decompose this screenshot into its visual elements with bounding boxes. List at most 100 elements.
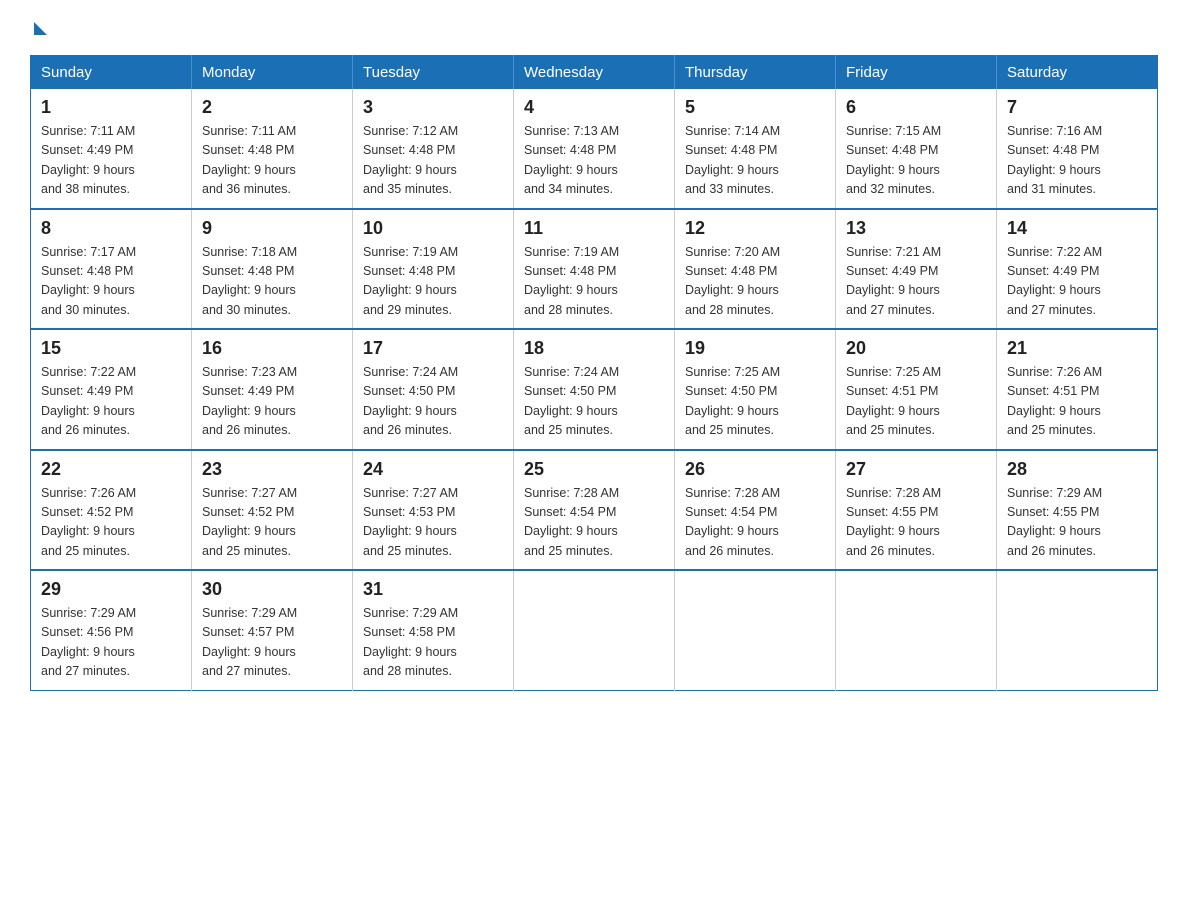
day-number: 26 (685, 459, 825, 480)
day-info: Sunrise: 7:29 AMSunset: 4:57 PMDaylight:… (202, 604, 342, 682)
day-number: 29 (41, 579, 181, 600)
calendar-cell: 23 Sunrise: 7:27 AMSunset: 4:52 PMDayligh… (192, 450, 353, 571)
day-number: 10 (363, 218, 503, 239)
calendar-cell: 9 Sunrise: 7:18 AMSunset: 4:48 PMDaylight… (192, 209, 353, 330)
day-number: 21 (1007, 338, 1147, 359)
day-number: 19 (685, 338, 825, 359)
day-info: Sunrise: 7:29 AMSunset: 4:55 PMDaylight:… (1007, 484, 1147, 562)
calendar-cell: 30 Sunrise: 7:29 AMSunset: 4:57 PMDayligh… (192, 570, 353, 690)
day-info: Sunrise: 7:27 AMSunset: 4:52 PMDaylight:… (202, 484, 342, 562)
week-row-2: 8 Sunrise: 7:17 AMSunset: 4:48 PMDaylight… (31, 209, 1158, 330)
calendar-cell: 3 Sunrise: 7:12 AMSunset: 4:48 PMDaylight… (353, 89, 514, 209)
day-number: 6 (846, 97, 986, 118)
day-info: Sunrise: 7:28 AMSunset: 4:54 PMDaylight:… (685, 484, 825, 562)
calendar-cell: 19 Sunrise: 7:25 AMSunset: 4:50 PMDayligh… (675, 329, 836, 450)
day-info: Sunrise: 7:28 AMSunset: 4:55 PMDaylight:… (846, 484, 986, 562)
week-row-4: 22 Sunrise: 7:26 AMSunset: 4:52 PMDayligh… (31, 450, 1158, 571)
day-info: Sunrise: 7:16 AMSunset: 4:48 PMDaylight:… (1007, 122, 1147, 200)
header-tuesday: Tuesday (353, 56, 514, 90)
calendar-cell: 5Sunrise: 7:14 AMSunset: 4:48 PMDaylight… (675, 89, 836, 209)
day-number: 31 (363, 579, 503, 600)
calendar-cell: 21 Sunrise: 7:26 AMSunset: 4:51 PMDayligh… (997, 329, 1158, 450)
calendar-cell: 17 Sunrise: 7:24 AMSunset: 4:50 PMDayligh… (353, 329, 514, 450)
calendar-cell: 25 Sunrise: 7:28 AMSunset: 4:54 PMDayligh… (514, 450, 675, 571)
calendar-cell: 10Sunrise: 7:19 AMSunset: 4:48 PMDayligh… (353, 209, 514, 330)
day-number: 23 (202, 459, 342, 480)
day-info: Sunrise: 7:25 AMSunset: 4:50 PMDaylight:… (685, 363, 825, 441)
day-number: 24 (363, 459, 503, 480)
day-number: 17 (363, 338, 503, 359)
calendar-cell (514, 570, 675, 690)
calendar-cell: 24 Sunrise: 7:27 AMSunset: 4:53 PMDayligh… (353, 450, 514, 571)
calendar-cell: 1 Sunrise: 7:11 AMSunset: 4:49 PMDaylight… (31, 89, 192, 209)
day-info: Sunrise: 7:24 AMSunset: 4:50 PMDaylight:… (524, 363, 664, 441)
calendar-cell: 6Sunrise: 7:15 AMSunset: 4:48 PMDaylight… (836, 89, 997, 209)
day-info: Sunrise: 7:17 AMSunset: 4:48 PMDaylight:… (41, 243, 181, 321)
calendar-cell: 16 Sunrise: 7:23 AMSunset: 4:49 PMDayligh… (192, 329, 353, 450)
day-number: 9 (202, 218, 342, 239)
day-info: Sunrise: 7:11 AMSunset: 4:49 PMDaylight:… (41, 122, 181, 200)
calendar-cell (836, 570, 997, 690)
day-info: Sunrise: 7:11 AMSunset: 4:48 PMDaylight:… (202, 122, 342, 200)
calendar-cell (997, 570, 1158, 690)
calendar-cell: 14 Sunrise: 7:22 AMSunset: 4:49 PMDayligh… (997, 209, 1158, 330)
day-info: Sunrise: 7:12 AMSunset: 4:48 PMDaylight:… (363, 122, 503, 200)
header-saturday: Saturday (997, 56, 1158, 90)
day-info: Sunrise: 7:24 AMSunset: 4:50 PMDaylight:… (363, 363, 503, 441)
day-info: Sunrise: 7:27 AMSunset: 4:53 PMDaylight:… (363, 484, 503, 562)
calendar-cell: 7 Sunrise: 7:16 AMSunset: 4:48 PMDaylight… (997, 89, 1158, 209)
day-number: 8 (41, 218, 181, 239)
page-header (30, 20, 1158, 35)
day-number: 27 (846, 459, 986, 480)
day-number: 16 (202, 338, 342, 359)
day-info: Sunrise: 7:18 AMSunset: 4:48 PMDaylight:… (202, 243, 342, 321)
week-row-1: 1 Sunrise: 7:11 AMSunset: 4:49 PMDaylight… (31, 89, 1158, 209)
day-info: Sunrise: 7:25 AMSunset: 4:51 PMDaylight:… (846, 363, 986, 441)
day-info: Sunrise: 7:19 AMSunset: 4:48 PMDaylight:… (524, 243, 664, 321)
calendar-cell: 11 Sunrise: 7:19 AMSunset: 4:48 PMDayligh… (514, 209, 675, 330)
day-number: 11 (524, 218, 664, 239)
day-number: 14 (1007, 218, 1147, 239)
header-thursday: Thursday (675, 56, 836, 90)
day-info: Sunrise: 7:22 AMSunset: 4:49 PMDaylight:… (1007, 243, 1147, 321)
calendar-cell: 13 Sunrise: 7:21 AMSunset: 4:49 PMDayligh… (836, 209, 997, 330)
day-number: 15 (41, 338, 181, 359)
day-info: Sunrise: 7:29 AMSunset: 4:58 PMDaylight:… (363, 604, 503, 682)
day-number: 3 (363, 97, 503, 118)
calendar-cell: 18 Sunrise: 7:24 AMSunset: 4:50 PMDayligh… (514, 329, 675, 450)
day-info: Sunrise: 7:23 AMSunset: 4:49 PMDaylight:… (202, 363, 342, 441)
header-monday: Monday (192, 56, 353, 90)
day-number: 13 (846, 218, 986, 239)
calendar-cell: 22 Sunrise: 7:26 AMSunset: 4:52 PMDayligh… (31, 450, 192, 571)
header-wednesday: Wednesday (514, 56, 675, 90)
day-info: Sunrise: 7:26 AMSunset: 4:52 PMDaylight:… (41, 484, 181, 562)
day-number: 12 (685, 218, 825, 239)
day-info: Sunrise: 7:22 AMSunset: 4:49 PMDaylight:… (41, 363, 181, 441)
calendar-table: SundayMondayTuesdayWednesdayThursdayFrid… (30, 55, 1158, 691)
day-number: 22 (41, 459, 181, 480)
day-number: 30 (202, 579, 342, 600)
day-number: 20 (846, 338, 986, 359)
day-number: 18 (524, 338, 664, 359)
day-number: 7 (1007, 97, 1147, 118)
calendar-cell: 12 Sunrise: 7:20 AMSunset: 4:48 PMDayligh… (675, 209, 836, 330)
day-info: Sunrise: 7:26 AMSunset: 4:51 PMDaylight:… (1007, 363, 1147, 441)
day-number: 28 (1007, 459, 1147, 480)
day-info: Sunrise: 7:13 AMSunset: 4:48 PMDaylight:… (524, 122, 664, 200)
week-row-5: 29Sunrise: 7:29 AMSunset: 4:56 PMDayligh… (31, 570, 1158, 690)
calendar-cell: 4Sunrise: 7:13 AMSunset: 4:48 PMDaylight… (514, 89, 675, 209)
calendar-cell: 31 Sunrise: 7:29 AMSunset: 4:58 PMDayligh… (353, 570, 514, 690)
logo (30, 20, 47, 35)
calendar-cell (675, 570, 836, 690)
day-number: 1 (41, 97, 181, 118)
day-info: Sunrise: 7:28 AMSunset: 4:54 PMDaylight:… (524, 484, 664, 562)
day-info: Sunrise: 7:21 AMSunset: 4:49 PMDaylight:… (846, 243, 986, 321)
day-info: Sunrise: 7:20 AMSunset: 4:48 PMDaylight:… (685, 243, 825, 321)
day-number: 25 (524, 459, 664, 480)
calendar-cell: 27 Sunrise: 7:28 AMSunset: 4:55 PMDayligh… (836, 450, 997, 571)
calendar-header-row: SundayMondayTuesdayWednesdayThursdayFrid… (31, 56, 1158, 90)
calendar-cell: 26 Sunrise: 7:28 AMSunset: 4:54 PMDayligh… (675, 450, 836, 571)
calendar-cell: 8 Sunrise: 7:17 AMSunset: 4:48 PMDaylight… (31, 209, 192, 330)
calendar-cell: 29Sunrise: 7:29 AMSunset: 4:56 PMDayligh… (31, 570, 192, 690)
calendar-cell: 28 Sunrise: 7:29 AMSunset: 4:55 PMDayligh… (997, 450, 1158, 571)
